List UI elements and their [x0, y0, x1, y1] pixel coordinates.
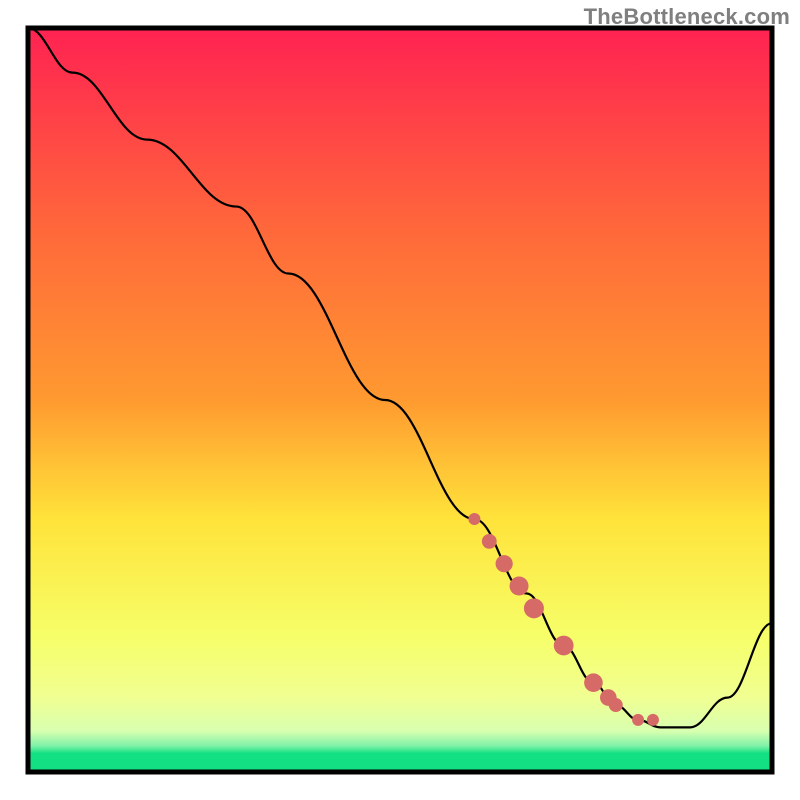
data-marker [554, 636, 574, 656]
data-marker [632, 714, 644, 726]
chart-stage: TheBottleneck.com [0, 0, 800, 800]
data-marker [647, 714, 659, 726]
data-marker [510, 577, 529, 596]
data-marker [609, 698, 623, 712]
plot-background [28, 28, 772, 772]
data-marker [584, 673, 603, 692]
data-marker [496, 555, 513, 572]
data-marker [524, 598, 544, 618]
data-marker [482, 534, 497, 549]
data-marker [468, 513, 480, 525]
bottleneck-chart [0, 0, 800, 800]
